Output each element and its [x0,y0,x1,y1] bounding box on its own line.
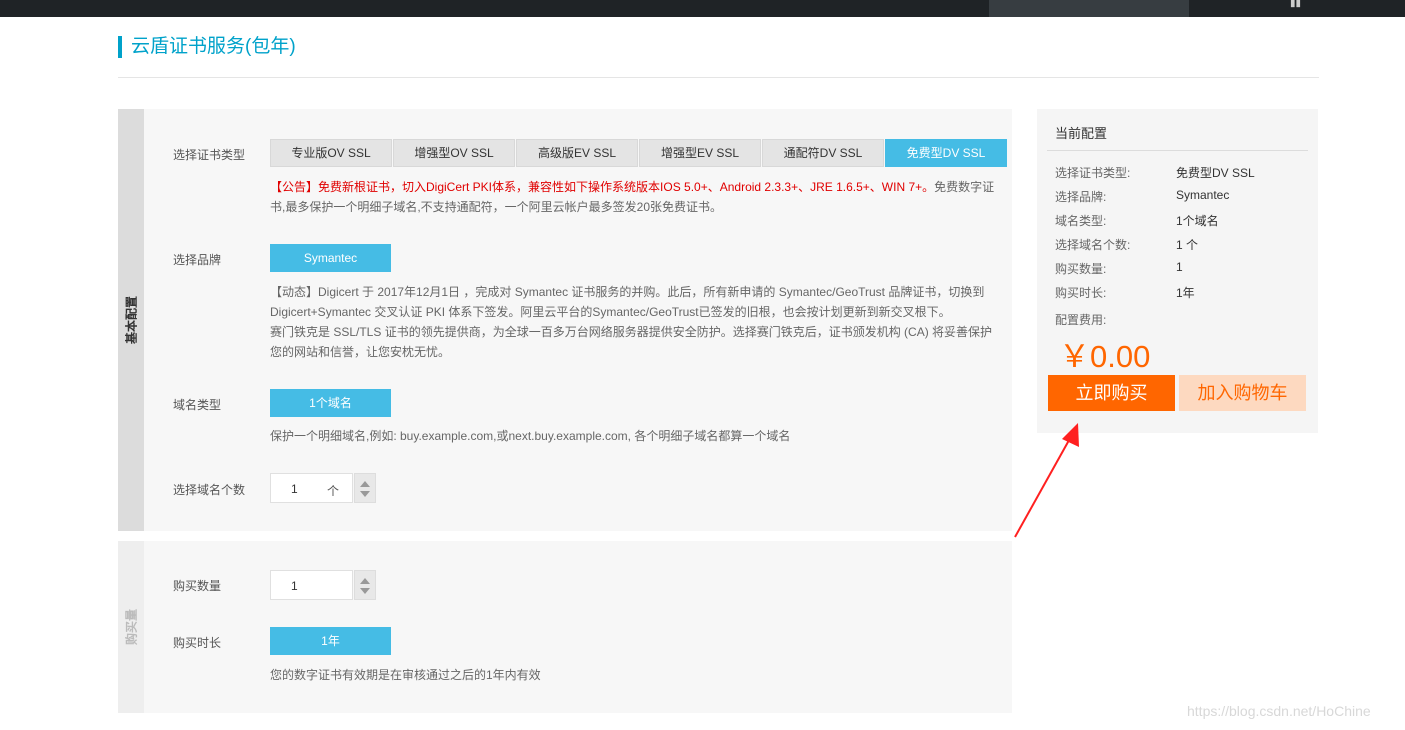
cert-type-tabs: 专业版OV SSL 增强型OV SSL 高级版EV SSL 增强型EV SSL … [270,139,1008,167]
config-key: 域名类型: [1055,214,1107,228]
quantity-spinner[interactable] [354,570,376,600]
domain-type-label: 域名类型 [173,398,222,412]
config-key: 选择品牌: [1055,190,1107,204]
current-config-panel: 当前配置 选择证书类型: 免费型DV SSL 选择品牌: Symantec 域名… [1037,109,1318,433]
cert-type-notice-announcement: 【公告】免费新根证书，切入DigiCert PKI体系，兼容性如下操作系统版本I… [270,180,935,194]
config-key: 购买数量: [1055,262,1107,276]
current-config-divider [1047,150,1308,151]
config-key: 购买时长: [1055,286,1107,300]
annotation-arrow-icon [1014,423,1079,538]
config-value: 1 [1176,260,1183,274]
config-value: 免费型DV SSL [1176,166,1255,180]
menu-icon[interactable]: ▮▮ [1290,0,1310,9]
domain-count-input[interactable]: 1 个 [270,473,353,503]
brand-description: 【动态】Digicert 于 2017年12月1日 ，完成对 Symantec … [270,282,1000,362]
brand-description-line-1: 【动态】Digicert 于 2017年12月1日 ，完成对 Symantec … [270,285,985,319]
current-config-title: 当前配置 [1055,126,1108,141]
domain-count-value: 1 [291,482,298,496]
watermark: https://blog.csdn.net/HoChine [1187,703,1371,719]
title-divider [118,77,1319,78]
config-value: 1年 [1176,286,1195,300]
cert-type-option-pro-ov[interactable]: 专业版OV SSL [270,139,392,167]
duration-label: 购买时长 [173,636,222,650]
domain-type-hint: 保护一个明细域名,例如: buy.example.com,或next.buy.e… [270,429,791,443]
top-navigation-bar: ▮▮ [0,0,1405,17]
basic-config-side-tab: 基本配置 [118,109,144,531]
domain-type-option-single[interactable]: 1个域名 [270,389,391,417]
add-to-cart-button[interactable]: 加入购物车 [1179,375,1306,411]
quantity-value: 1 [291,579,298,593]
domain-count-spinner[interactable] [354,473,376,503]
config-value: Symantec [1176,188,1230,202]
cert-type-option-free-dv[interactable]: 免费型DV SSL [885,139,1007,167]
decrement-arrow-icon[interactable] [360,588,370,594]
domain-count-label: 选择域名个数 [173,483,246,497]
cert-type-option-advanced-ev[interactable]: 高级版EV SSL [516,139,638,167]
quantity-label: 购买数量 [173,579,222,593]
quantity-input[interactable]: 1 [270,570,353,600]
increment-arrow-icon[interactable] [360,578,370,584]
domain-count-unit: 个 [327,484,340,498]
basic-config-side-label: 基本配置 [124,295,139,345]
purchase-quantity-panel: 购买量 购买数量 1 购买时长 1年 您的数字证书有效期是在审核通过之后的1年内… [118,541,1012,713]
quantity-stepper: 1 [270,570,376,600]
purchase-quantity-side-label: 购买量 [124,608,139,646]
domain-count-stepper: 1 个 [270,473,376,503]
purchase-quantity-side-tab: 购买量 [118,541,144,713]
cert-type-label: 选择证书类型 [173,148,246,162]
config-value: 1 个 [1176,238,1199,252]
cert-type-option-enhanced-ev[interactable]: 增强型EV SSL [639,139,761,167]
config-key: 选择域名个数: [1055,238,1131,252]
page-title: 云盾证书服务(包年) [118,36,296,58]
cert-type-option-enhanced-ov[interactable]: 增强型OV SSL [393,139,515,167]
cert-type-option-wildcard-dv[interactable]: 通配符DV SSL [762,139,884,167]
basic-config-panel: 基本配置 选择证书类型 专业版OV SSL 增强型OV SSL 高级版EV SS… [118,109,1012,531]
brand-option-symantec[interactable]: Symantec [270,244,391,272]
config-key: 选择证书类型: [1055,166,1131,180]
duration-hint: 您的数字证书有效期是在审核通过之后的1年内有效 [270,668,541,682]
buy-now-button[interactable]: 立即购买 [1048,375,1175,411]
top-nav-segment[interactable] [989,0,1189,17]
brand-label: 选择品牌 [173,253,222,267]
duration-option-1-year[interactable]: 1年 [270,627,391,655]
cert-type-notice: 【公告】免费新根证书，切入DigiCert PKI体系，兼容性如下操作系统版本I… [270,177,1000,217]
config-fee-label: 配置费用: [1055,313,1107,327]
config-value: 1个域名 [1176,214,1219,228]
brand-description-line-2: 赛门铁克是 SSL/TLS 证书的领先提供商，为全球一百多万台网络服务器提供安全… [270,325,993,359]
decrement-arrow-icon[interactable] [360,491,370,497]
config-price: ￥0.00 [1059,339,1151,374]
increment-arrow-icon[interactable] [360,481,370,487]
